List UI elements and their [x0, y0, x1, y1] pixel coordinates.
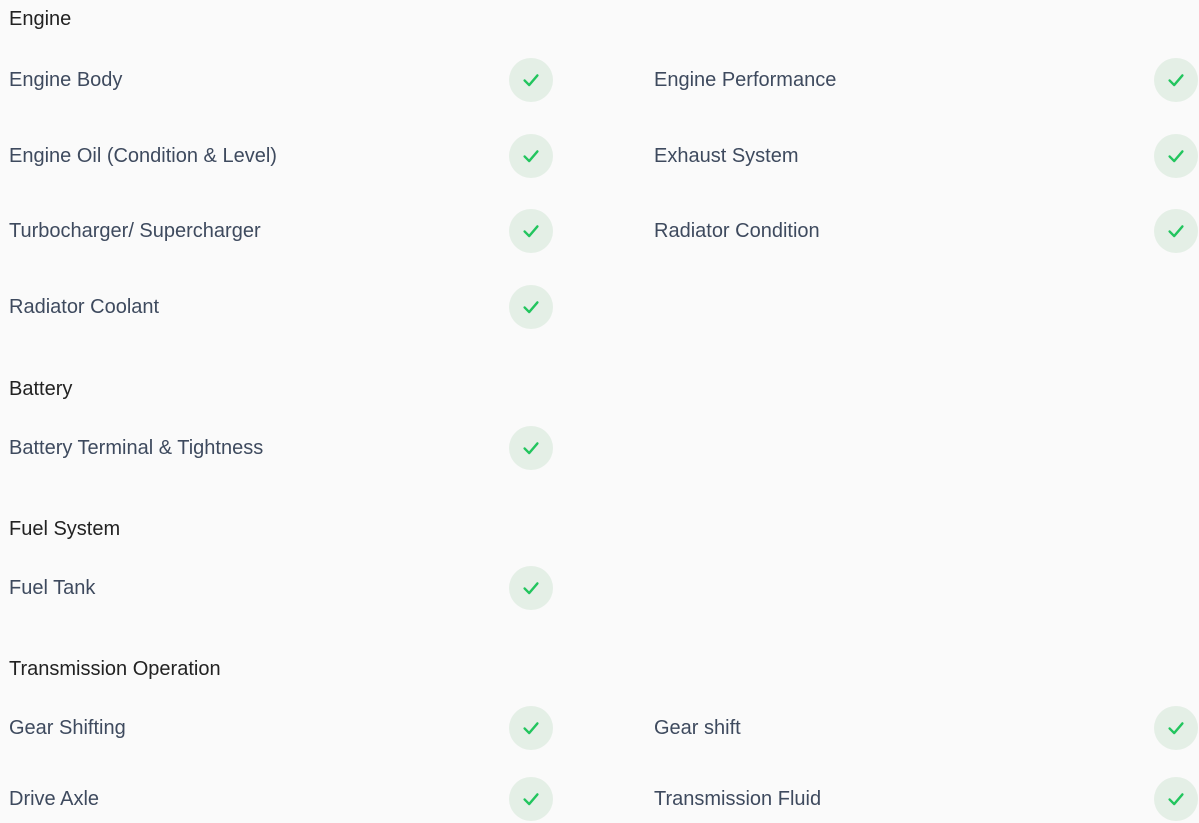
item-label: Engine Performance — [654, 69, 837, 91]
checklist-item-radiator-condition: Radiator Condition — [654, 209, 1198, 253]
item-label: Engine Body — [9, 69, 123, 91]
checklist-item-gear-shift: Gear shift — [654, 706, 1198, 750]
item-label: Turbocharger/ Supercharger — [9, 220, 261, 242]
section-title-engine: Engine — [9, 8, 72, 30]
item-label: Engine Oil (Condition & Level) — [9, 145, 277, 167]
item-label: Radiator Condition — [654, 220, 820, 242]
checklist-row: Gear Shifting Gear shift — [9, 706, 1199, 750]
check-icon — [509, 426, 553, 470]
item-label: Transmission Fluid — [654, 788, 822, 810]
check-icon — [509, 777, 553, 821]
check-icon — [509, 706, 553, 750]
checklist-row: Radiator Coolant — [9, 285, 1199, 329]
checklist-row: Turbocharger/ Supercharger Radiator Cond… — [9, 209, 1199, 253]
check-icon — [1154, 134, 1198, 178]
checklist-row: Engine Body Engine Performance — [9, 58, 1199, 102]
check-icon — [1154, 777, 1198, 821]
item-label: Gear shift — [654, 717, 741, 739]
section-title-transmission-operation: Transmission Operation — [9, 658, 221, 680]
item-label: Gear Shifting — [9, 717, 126, 739]
item-label: Drive Axle — [9, 788, 100, 810]
checklist-item-turbocharger: Turbocharger/ Supercharger — [9, 209, 553, 253]
item-label: Radiator Coolant — [9, 296, 160, 318]
check-icon — [509, 134, 553, 178]
checklist-item-radiator-coolant: Radiator Coolant — [9, 285, 553, 329]
checklist-item-gear-shifting: Gear Shifting — [9, 706, 553, 750]
checklist-item-fuel-tank: Fuel Tank — [9, 566, 553, 610]
checklist-row: Fuel Tank — [9, 566, 1199, 610]
section-title-battery: Battery — [9, 378, 73, 400]
checklist-item-exhaust-system: Exhaust System — [654, 134, 1198, 178]
check-icon — [509, 566, 553, 610]
item-label: Fuel Tank — [9, 577, 96, 599]
section-title-fuel-system: Fuel System — [9, 518, 121, 540]
check-icon — [509, 209, 553, 253]
checklist-row: Drive Axle Transmission Fluid — [9, 777, 1199, 821]
item-label: Exhaust System — [654, 145, 799, 167]
checklist-item-battery-terminal: Battery Terminal & Tightness — [9, 426, 553, 470]
check-icon — [509, 58, 553, 102]
inspection-checklist: Engine Engine Body Engine Performance En… — [0, 0, 1199, 823]
checklist-item-engine-body: Engine Body — [9, 58, 553, 102]
checklist-item-engine-oil: Engine Oil (Condition & Level) — [9, 134, 553, 178]
check-icon — [1154, 706, 1198, 750]
check-icon — [1154, 209, 1198, 253]
item-label: Battery Terminal & Tightness — [9, 437, 264, 459]
checklist-item-drive-axle: Drive Axle — [9, 777, 553, 821]
checklist-row: Battery Terminal & Tightness — [9, 426, 1199, 470]
checklist-item-engine-performance: Engine Performance — [654, 58, 1198, 102]
checklist-row: Engine Oil (Condition & Level) Exhaust S… — [9, 134, 1199, 178]
check-icon — [509, 285, 553, 329]
check-icon — [1154, 58, 1198, 102]
checklist-item-transmission-fluid: Transmission Fluid — [654, 777, 1198, 821]
